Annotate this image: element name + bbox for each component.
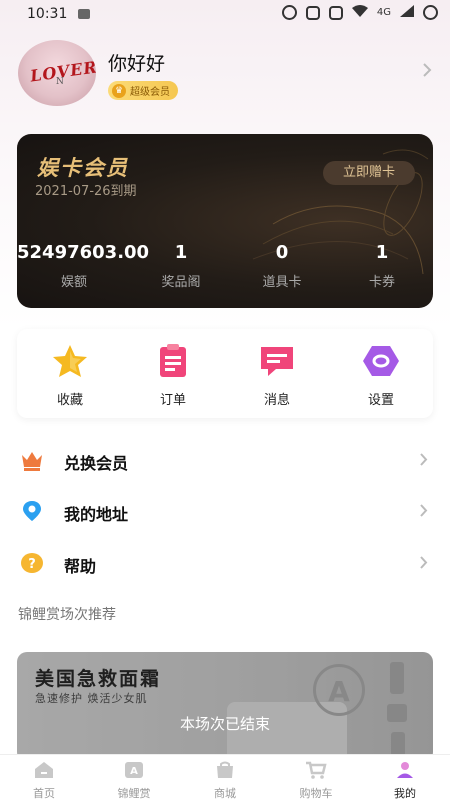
message-icon xyxy=(261,347,293,376)
svg-text:A: A xyxy=(130,766,138,777)
stat-value: 52497603.00 xyxy=(17,242,150,263)
nav-label: 锦鲤赏 xyxy=(117,787,151,800)
member-badge[interactable]: ♛ 超级会员 xyxy=(108,81,178,100)
home-icon xyxy=(35,762,53,778)
stat-balance[interactable]: 52497603.00 娱额 xyxy=(17,242,150,290)
crown-icon: ♛ xyxy=(112,83,126,98)
clipboard-icon xyxy=(160,344,186,377)
avatar-subtext: N xyxy=(56,77,64,87)
my-address-label: 我的地址 xyxy=(64,505,129,524)
quick-actions-panel: 收藏 订单 消息 设置 xyxy=(17,329,433,418)
orders-button[interactable]: 订单 xyxy=(133,343,213,408)
card-title: 娱卡会员 xyxy=(37,156,129,180)
chevron-right-icon xyxy=(420,504,428,517)
vip-card[interactable]: 娱卡会员 2021-07-26到期 立即赠卡 52497603.00 娱额 1 … xyxy=(17,134,433,308)
settings-label: 设置 xyxy=(367,393,394,408)
settings-button[interactable]: 设置 xyxy=(341,343,421,408)
stat-prize-pavilion[interactable]: 1 奖品阁 xyxy=(141,242,221,290)
status-icons: 4G xyxy=(281,5,438,20)
chevron-right-icon xyxy=(420,556,428,569)
ended-overlay xyxy=(17,652,433,762)
stat-value: 1 xyxy=(375,242,389,263)
nav-shop[interactable]: 商城 xyxy=(185,761,265,801)
battery-icon xyxy=(423,5,438,20)
gift-card-button[interactable]: 立即赠卡 xyxy=(323,161,415,185)
photo-notification-icon xyxy=(78,9,90,19)
messages-button[interactable]: 消息 xyxy=(237,343,317,408)
orders-label: 订单 xyxy=(159,393,186,408)
stat-item-cards[interactable]: 0 道具卡 xyxy=(242,242,322,290)
cart-icon xyxy=(306,761,327,779)
favorites-label: 收藏 xyxy=(56,393,83,408)
alarm-icon xyxy=(281,5,297,20)
session-status: 本场次已结束 xyxy=(179,715,270,733)
chevron-right-icon[interactable] xyxy=(422,62,432,78)
status-time: 10:31 xyxy=(27,6,68,22)
stat-label: 娱额 xyxy=(60,275,87,290)
nav-label: 购物车 xyxy=(299,787,333,800)
nav-label: 商城 xyxy=(214,787,236,800)
nav-cart[interactable]: 购物车 xyxy=(276,761,356,801)
stat-label: 道具卡 xyxy=(262,275,302,290)
favorites-button[interactable]: 收藏 xyxy=(30,343,110,408)
status-bar: 10:31 4G xyxy=(0,0,450,28)
signal-icon xyxy=(400,5,414,20)
shop-icon xyxy=(217,761,233,778)
nav-label: 首页 xyxy=(33,787,55,800)
help-row[interactable]: ? 帮助 xyxy=(0,543,450,583)
stat-value: 1 xyxy=(174,242,188,263)
avatar[interactable]: LOVER N xyxy=(18,40,96,106)
svg-text:?: ? xyxy=(28,557,36,572)
stat-coupons[interactable]: 1 卡券 xyxy=(342,242,422,290)
nav-lottery[interactable]: A 锦鲤赏 xyxy=(94,761,174,801)
chevron-right-icon xyxy=(420,453,428,466)
stat-label: 奖品阁 xyxy=(161,275,201,290)
bottom-nav: 首页 A 锦鲤赏 商城 购物车 我的 xyxy=(0,754,450,801)
card-expire-date: 2021-07-26到期 xyxy=(35,184,137,199)
star-icon xyxy=(53,345,87,377)
help-icon: ? xyxy=(21,553,43,573)
nav-profile[interactable]: 我的 xyxy=(365,761,445,801)
stat-value: 0 xyxy=(275,242,289,263)
redeem-membership-row[interactable]: 兑换会员 xyxy=(0,440,450,480)
screen-icon xyxy=(305,5,320,20)
location-icon xyxy=(23,501,41,521)
vibrate-icon xyxy=(328,5,343,20)
redeem-membership-label: 兑换会员 xyxy=(64,454,129,473)
username: 你好好 xyxy=(108,53,166,75)
nav-label: 我的 xyxy=(394,787,416,800)
wifi-icon xyxy=(351,5,368,20)
nav-home[interactable]: 首页 xyxy=(4,761,84,801)
member-badge-label: 超级会员 xyxy=(130,87,170,98)
stat-label: 卡券 xyxy=(368,275,395,290)
lottery-icon: A xyxy=(125,762,143,778)
recommendation-card[interactable]: 美国急救面霜 急速修护 焕活少女肌 A 本场次已结束 xyxy=(17,652,433,762)
settings-icon xyxy=(363,346,399,376)
crown-icon xyxy=(22,452,42,471)
messages-label: 消息 xyxy=(263,393,290,408)
network-label: 4G xyxy=(376,7,391,18)
help-label: 帮助 xyxy=(64,557,97,576)
my-address-row[interactable]: 我的地址 xyxy=(0,491,450,531)
profile-icon xyxy=(397,762,413,778)
section-title: 锦鲤赏场次推荐 xyxy=(18,607,116,623)
